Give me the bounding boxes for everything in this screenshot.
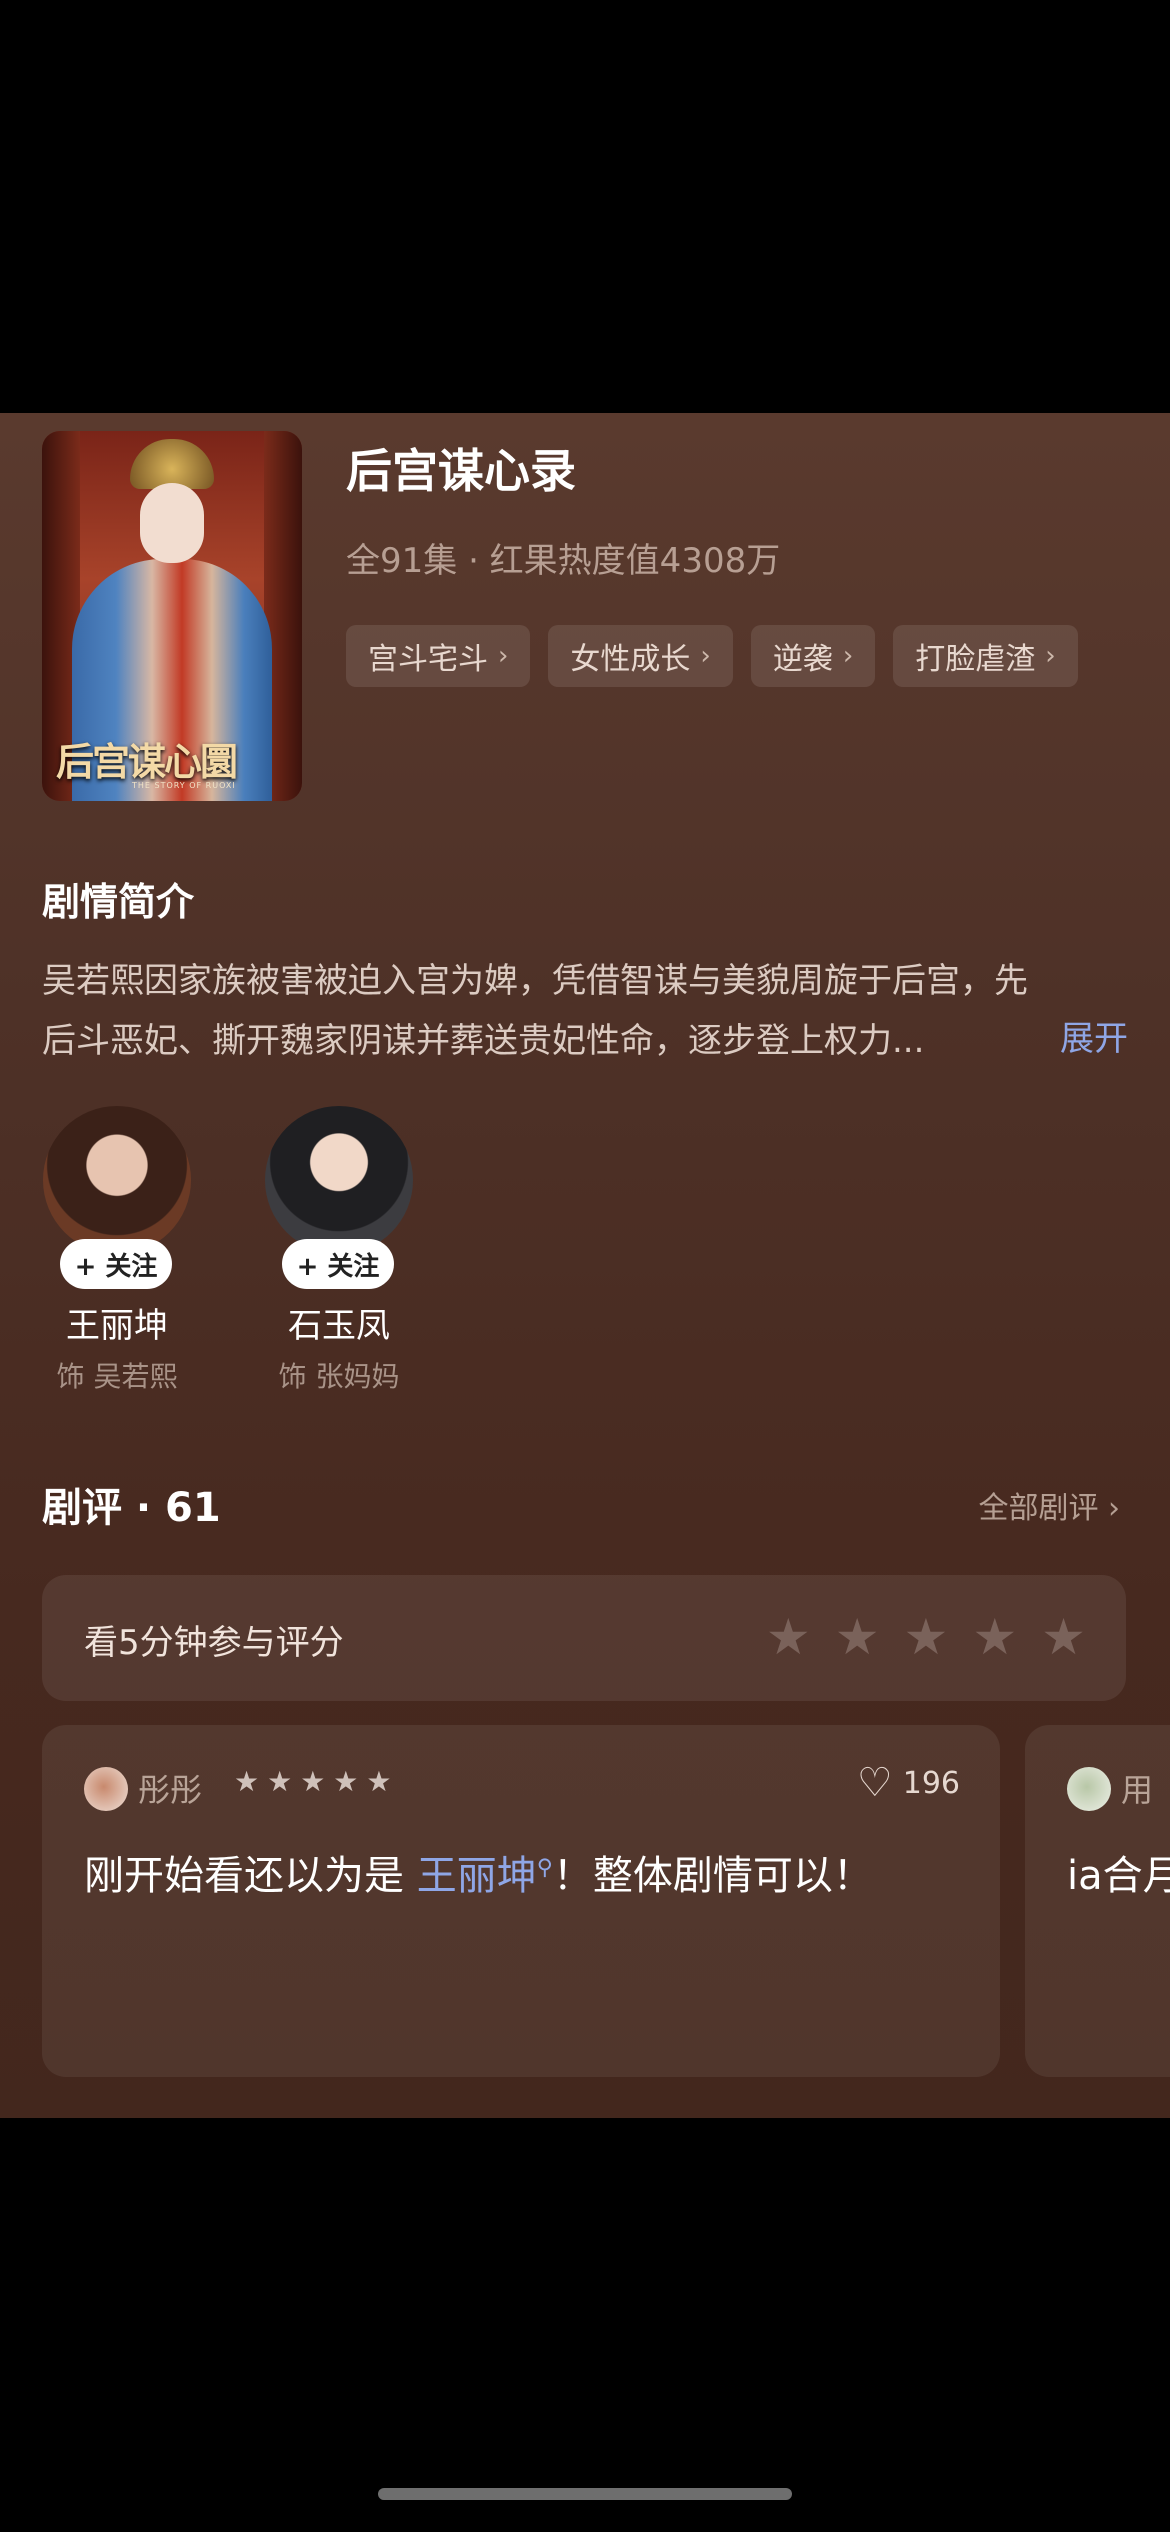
tag-list: 宫斗宅斗 › 女性成长 › 逆袭 › 打脸虐渣 › — [346, 625, 1078, 687]
drama-poster[interactable]: 后宫谋心圜 THE STORY OF RUOXI — [42, 431, 302, 801]
rating-stars[interactable]: ★ ★ ★ ★ ★ — [766, 1609, 1086, 1665]
review-username: 用 — [1121, 1771, 1154, 1809]
star-icon[interactable]: ★ — [972, 1609, 1017, 1665]
review-username: 彤彤 — [138, 1771, 203, 1809]
cast-avatar[interactable] — [43, 1106, 191, 1254]
poster-figure-crown — [130, 439, 214, 489]
drama-detail-sheet: 后宫谋心圜 THE STORY OF RUOXI 后宫谋心录 全91集 · 红果… — [0, 413, 1170, 2118]
poster-figure-face — [140, 483, 204, 563]
user-avatar[interactable] — [84, 1767, 128, 1811]
cast-role: 饰 张妈妈 — [278, 1360, 400, 1393]
review-text: ia合月 — [1067, 1853, 1170, 1899]
synopsis-line-2: 后斗恶妃、撕开魏家阴谋并葬送贵妃性命，逐步登上权力... — [42, 1021, 925, 1061]
cast-name: 王丽坤 — [66, 1306, 168, 1346]
review-text-post: ！整体剧情可以！ — [552, 1853, 873, 1899]
poster-subtitle-text: THE STORY OF RUOXI — [132, 781, 236, 790]
follow-button[interactable]: + 关注 — [282, 1239, 394, 1289]
chevron-right-icon: › — [700, 641, 711, 671]
cast-avatar[interactable] — [265, 1106, 413, 1254]
tag-revenge[interactable]: 打脸虐渣 › — [893, 625, 1078, 687]
cast-name: 石玉凤 — [288, 1306, 390, 1346]
cast-role: 饰 吴若熙 — [56, 1360, 178, 1393]
home-indicator[interactable] — [378, 2488, 792, 2500]
star-icon[interactable]: ★ — [766, 1609, 811, 1665]
rating-box[interactable]: 看5分钟参与评分 ★ ★ ★ ★ ★ — [42, 1575, 1126, 1701]
review-text-pre: 刚开始看还以为是 — [84, 1853, 417, 1899]
chevron-right-icon: › — [498, 641, 509, 671]
review-stars: ★★★★★ — [234, 1765, 400, 1798]
synopsis-text: 吴若熙因家族被害被迫入宫为婢，凭借智谋与美貌周旋于后宫，先 后斗恶妃、撕开魏家阴… — [42, 951, 1132, 1071]
tag-label: 女性成长 — [570, 642, 691, 677]
synopsis-line-1: 吴若熙因家族被害被迫入宫为婢，凭借智谋与美貌周旋于后宫，先 — [42, 961, 1028, 1001]
tag-palace-intrigue[interactable]: 宫斗宅斗 › — [346, 625, 531, 687]
drama-title: 后宫谋心录 — [346, 444, 576, 498]
drama-meta: 全91集 · 红果热度值4308万 — [346, 541, 781, 581]
cast-member-card[interactable]: + 关注 王丽坤 饰 吴若熙 — [42, 1106, 192, 1395]
star-icon[interactable]: ★ — [904, 1609, 949, 1665]
tag-label: 打脸虐渣 — [915, 642, 1036, 677]
tag-comeback[interactable]: 逆袭 › — [750, 625, 876, 687]
follow-button[interactable]: + 关注 — [60, 1239, 172, 1289]
tag-female-growth[interactable]: 女性成长 › — [548, 625, 733, 687]
reviews-heading: 剧评 · 61 — [42, 1485, 221, 1531]
all-reviews-link[interactable]: 全部剧评 › — [978, 1483, 1120, 1527]
tag-label: 宫斗宅斗 — [368, 642, 488, 677]
like-button[interactable]: ♡ 196 — [857, 1763, 960, 1803]
rating-prompt: 看5分钟参与评分 — [84, 1623, 344, 1663]
star-icon[interactable]: ★ — [835, 1609, 880, 1665]
synopsis-heading: 剧情简介 — [42, 880, 195, 924]
synopsis-expand-link[interactable]: 展开 — [1060, 1011, 1128, 1060]
star-icon[interactable]: ★ — [1041, 1609, 1086, 1665]
cast-member-card[interactable]: + 关注 石玉凤 饰 张妈妈 — [264, 1106, 414, 1395]
actor-link-text: 王丽坤 — [416, 1853, 537, 1899]
review-card[interactable]: 彤彤 ★★★★★ ♡ 196 刚开始看还以为是 王丽坤⚲！整体剧情可以！ — [42, 1725, 1000, 2077]
chevron-right-icon: › — [1045, 641, 1056, 671]
poster-title-text: 后宫谋心圜 — [56, 739, 238, 784]
actor-link[interactable]: 王丽坤⚲ — [417, 1853, 553, 1899]
review-card-partial[interactable]: 用 ia合月 — [1025, 1725, 1170, 2077]
user-avatar[interactable] — [1067, 1767, 1111, 1811]
review-text: 刚开始看还以为是 王丽坤⚲！整体剧情可以！ — [84, 1843, 873, 1901]
like-count: 196 — [902, 1765, 960, 1801]
search-icon: ⚲ — [536, 1855, 553, 1881]
tag-label: 逆袭 — [772, 642, 833, 677]
chevron-right-icon: › — [842, 641, 854, 671]
heart-outline-icon: ♡ — [856, 1760, 893, 1806]
